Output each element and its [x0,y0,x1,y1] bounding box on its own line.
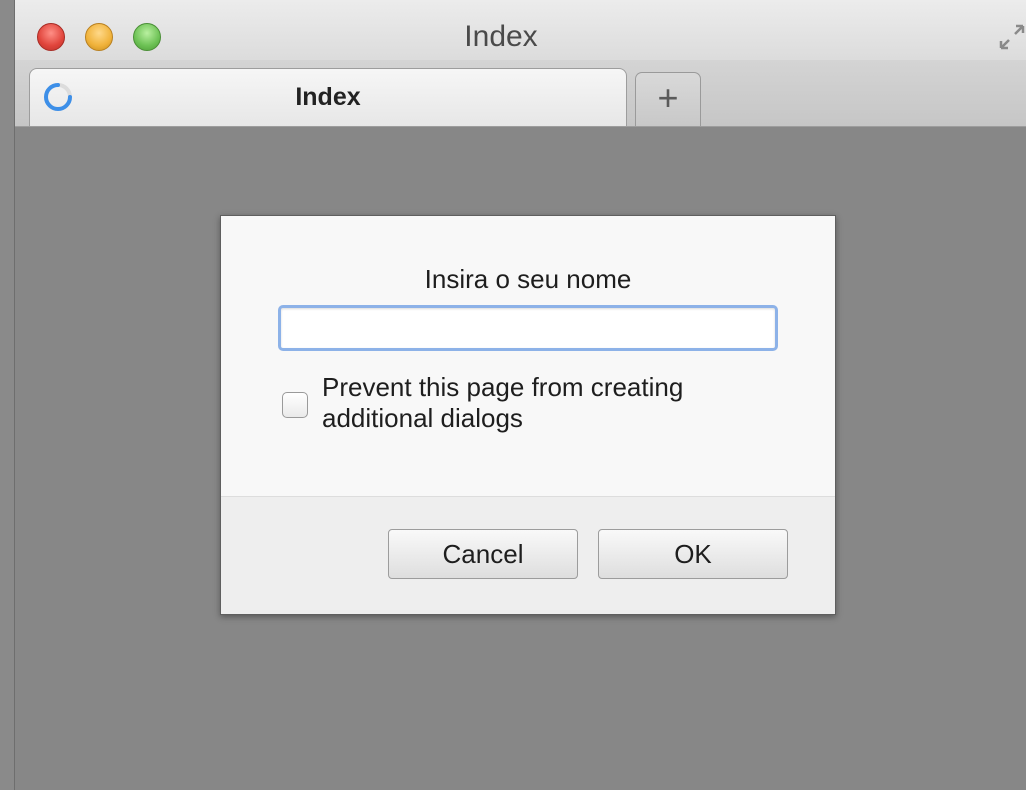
cancel-button[interactable]: Cancel [388,529,578,579]
tab-index[interactable]: Index [29,68,627,126]
fullscreen-icon[interactable] [997,22,1026,52]
window-title: Index [464,20,538,53]
dialog-footer: Cancel OK [221,496,835,614]
browser-window: Index Index + Insira o seu nome Prevent … [14,0,1026,790]
name-input[interactable] [278,305,778,351]
prevent-dialogs-checkbox[interactable] [282,392,308,418]
new-tab-button[interactable]: + [635,72,701,126]
tab-label: Index [295,83,361,111]
prevent-dialogs-label[interactable]: Prevent this page from creating addition… [322,372,762,434]
tab-strip: Index + [15,60,1026,127]
ok-button[interactable]: OK [598,529,788,579]
dialog-prompt-text: Insira o seu nome [424,264,632,294]
prompt-dialog: Insira o seu nome Prevent this page from… [220,215,836,615]
